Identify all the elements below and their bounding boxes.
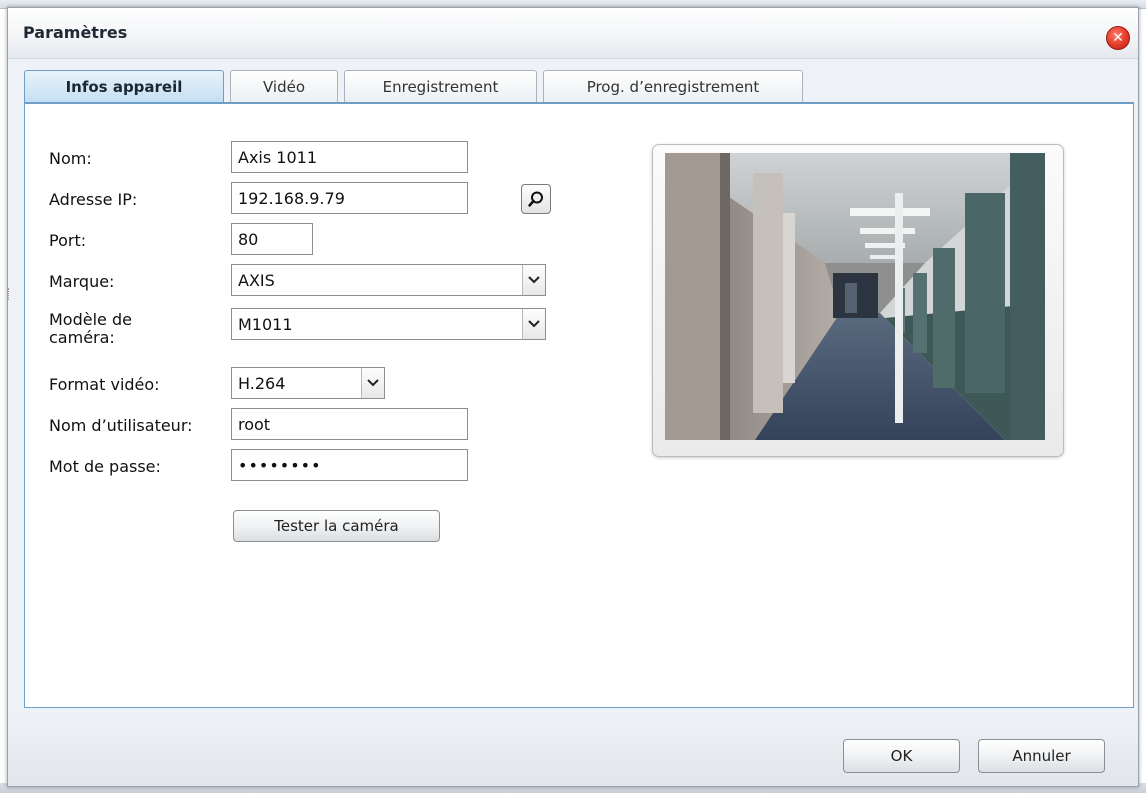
ip-input[interactable]: 192.168.9.79 <box>231 182 468 214</box>
tab-recording[interactable]: Enregistrement <box>344 70 537 102</box>
dialog-footer: OK Annuler <box>8 716 1138 786</box>
brand-select[interactable]: AXIS <box>231 264 546 296</box>
model-label-line2: caméra: <box>49 328 115 347</box>
test-camera-button[interactable]: Tester la caméra <box>233 510 440 542</box>
username-label: Nom d’utilisateur: <box>49 416 193 435</box>
tab-label: Enregistrement <box>382 77 499 96</box>
chevron-down-icon[interactable] <box>522 265 545 295</box>
chevron-down-icon[interactable] <box>522 309 545 339</box>
model-label-line1: Modèle de <box>49 310 132 329</box>
name-label: Nom: <box>49 149 92 168</box>
brand-value: AXIS <box>238 270 275 290</box>
model-value: M1011 <box>238 314 293 334</box>
close-button[interactable]: ✕ <box>1106 26 1130 50</box>
name-input[interactable]: Axis 1011 <box>231 141 468 173</box>
resize-grip[interactable] <box>8 288 12 300</box>
password-label: Mot de passe: <box>49 457 161 476</box>
tab-bar: Infos appareil Vidéo Enregistrement Prog… <box>24 70 1134 103</box>
camera-preview-frame <box>652 144 1064 457</box>
ok-button[interactable]: OK <box>843 739 960 773</box>
password-input[interactable]: •••••••• <box>231 449 468 481</box>
tab-device-info[interactable]: Infos appareil <box>24 70 224 103</box>
camera-preview-image <box>665 153 1045 440</box>
model-select[interactable]: M1011 <box>231 308 546 340</box>
dialog-title: Paramètres <box>23 23 128 42</box>
port-label: Port: <box>49 231 87 250</box>
video-format-value: H.264 <box>238 373 286 393</box>
port-input[interactable]: 80 <box>231 223 313 255</box>
tab-label: Prog. d’enregistrement <box>586 77 760 96</box>
tab-video[interactable]: Vidéo <box>230 70 338 102</box>
tab-recording-schedule[interactable]: Prog. d’enregistrement <box>543 70 803 102</box>
chevron-down-icon[interactable] <box>361 368 384 398</box>
settings-dialog: Paramètres ✕ Infos appareil Vidéo Enregi… <box>7 7 1139 787</box>
device-info-panel: Nom: Axis 1011 Adresse IP: 192.168.9.79 … <box>24 104 1134 708</box>
video-format-label: Format vidéo: <box>49 375 160 394</box>
close-icon: ✕ <box>1112 30 1124 46</box>
search-button[interactable] <box>521 184 551 214</box>
tab-label: Vidéo <box>262 77 306 96</box>
tab-label: Infos appareil <box>65 78 183 96</box>
video-format-select[interactable]: H.264 <box>231 367 385 399</box>
search-icon <box>528 191 543 207</box>
ip-label: Adresse IP: <box>49 190 138 209</box>
cancel-button[interactable]: Annuler <box>978 739 1105 773</box>
dialog-titlebar[interactable]: Paramètres ✕ <box>8 8 1138 59</box>
username-input[interactable]: root <box>231 408 468 440</box>
brand-label: Marque: <box>49 272 115 291</box>
